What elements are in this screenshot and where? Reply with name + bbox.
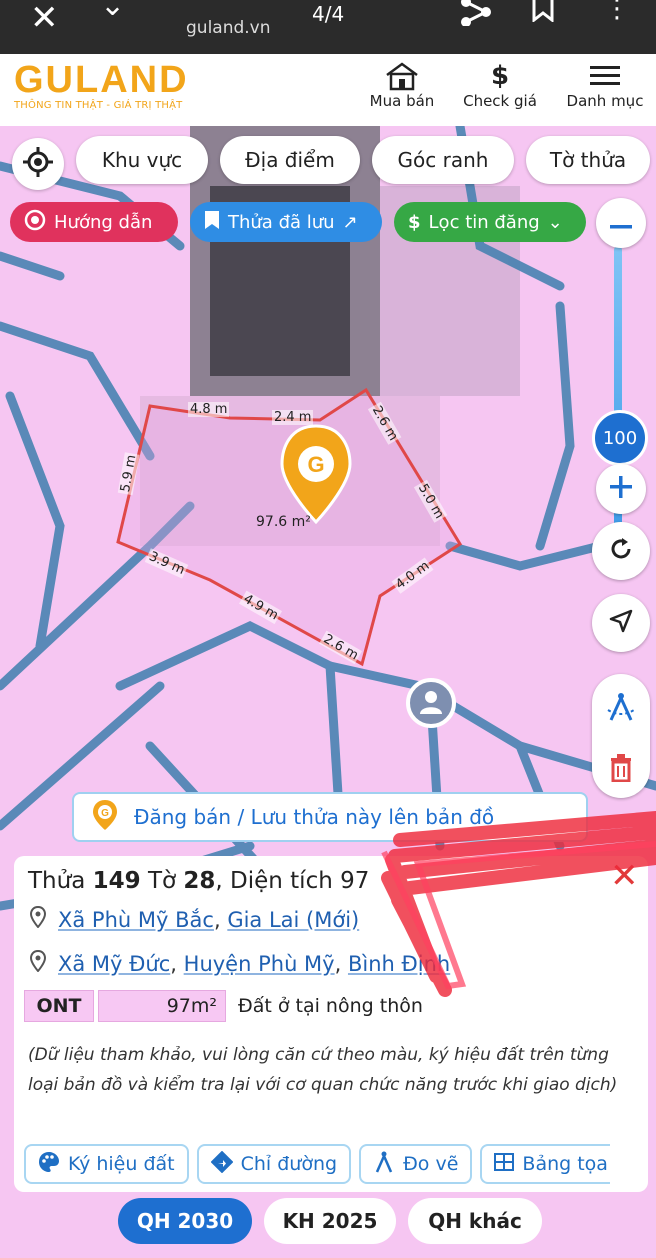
check-price-label: Check giá <box>463 92 537 110</box>
guland-pin-icon: G <box>92 799 118 836</box>
land-legend-label: Ký hiệu đất <box>68 1153 175 1175</box>
logo-text: GULAND <box>14 59 189 101</box>
post-parcel-label: Đăng bán / Lưu thửa này lên bản đồ <box>134 805 495 829</box>
commune-link[interactable]: Xã Phù Mỹ Bắc <box>58 908 214 932</box>
crosshair-icon <box>23 147 53 181</box>
navigate-button[interactable] <box>592 594 650 652</box>
filter-listings-chip[interactable]: $ Lọc tin đăng ⌄ <box>394 202 586 242</box>
measure-compass-icon <box>373 1151 395 1178</box>
saved-parcels-chip[interactable]: Thửa đã lưu ↗ <box>190 202 382 242</box>
user-icon <box>418 688 444 718</box>
category-menu-button[interactable]: Danh mục <box>560 60 650 110</box>
disclaimer-note: (Dữ liệu tham khảo, vui lòng căn cứ theo… <box>28 1045 618 1095</box>
logo-tagline: THÔNG TIN THẬT - GIÁ TRỊ THẬT <box>14 100 183 111</box>
filter-corner-button[interactable]: Góc ranh <box>372 136 514 184</box>
play-icon <box>24 209 46 236</box>
guland-logo[interactable]: GULAND THÔNG TIN THẬT - GIÁ TRỊ THẬT <box>14 59 189 111</box>
parcel-title: Thửa 149 Tờ 28, Diện tích 97 <box>28 868 370 894</box>
location-pin-icon <box>29 949 47 977</box>
old-address: Xã Mỹ Đức, Huyện Phù Mỹ, Bình Định <box>29 949 450 977</box>
url-text[interactable]: guland.vn <box>186 18 271 38</box>
chevron-down-icon[interactable]: ⌄ <box>100 0 125 23</box>
share-icon[interactable] <box>458 0 494 30</box>
filter-place-button[interactable]: Địa điểm <box>220 136 360 184</box>
filter-area-button[interactable]: Khu vực <box>76 136 208 184</box>
land-use-row: ONT 97m² Đất ở tại nông thôn <box>24 990 423 1022</box>
panel-actions: Ký hiệu đất Chỉ đường Đo vẽ Bảng tọa <box>24 1144 611 1184</box>
more-options-icon[interactable]: ⋮ <box>604 0 630 24</box>
edge-length-label: 4.8 m <box>188 402 230 417</box>
parcel-area-label: 97.6 m² <box>256 514 311 530</box>
external-link-icon: ↗ <box>342 211 358 233</box>
dollar-icon: $ <box>408 211 421 233</box>
category-label: Danh mục <box>566 92 644 110</box>
sheet-number: 28 <box>183 868 216 894</box>
coordinates-table-label: Bảng tọa <box>522 1153 608 1175</box>
directions-button[interactable]: Chỉ đường <box>196 1144 352 1184</box>
province-link[interactable]: Bình Định <box>348 952 450 976</box>
refresh-button[interactable] <box>592 522 650 580</box>
bookmark-icon[interactable] <box>530 0 556 26</box>
directions-icon <box>210 1150 233 1178</box>
buy-sell-label: Mua bán <box>369 92 435 110</box>
new-address: Xã Phù Mỹ Bắc, Gia Lai (Mới) <box>29 905 359 933</box>
refresh-icon <box>608 536 634 566</box>
tab-qh-other[interactable]: QH khác <box>408 1198 542 1244</box>
zoom-in-button[interactable] <box>596 464 646 514</box>
locate-me-button[interactable] <box>12 138 64 190</box>
svg-text:G: G <box>101 808 109 819</box>
edge-length-label: 2.4 m <box>272 410 314 425</box>
measure-label: Đo vẽ <box>403 1153 459 1175</box>
house-icon <box>364 60 440 92</box>
post-parcel-banner[interactable]: G Đăng bán / Lưu thửa này lên bản đồ <box>72 792 588 842</box>
user-location-avatar[interactable] <box>406 678 456 728</box>
navigation-arrow-icon <box>609 609 633 637</box>
zoom-level-handle[interactable]: 100 <box>592 410 648 466</box>
location-pin-icon <box>29 905 47 933</box>
district-link[interactable]: Huyện Phù Mỹ <box>184 952 335 976</box>
close-panel-button[interactable]: ✕ <box>610 856 639 896</box>
draw-tools <box>592 674 650 798</box>
land-code-badge: ONT <box>24 990 94 1022</box>
coordinates-table-button[interactable]: Bảng tọa <box>480 1144 611 1184</box>
filter-listings-label: Lọc tin đăng <box>428 211 540 233</box>
parcel-info-panel: Thửa 149 Tờ 28, Diện tích 97 ✕ Xã Phù Mỹ… <box>14 856 648 1192</box>
app-header: GULAND THÔNG TIN THẬT - GIÁ TRỊ THẬT Mua… <box>0 54 656 126</box>
browser-bar: ✕ ⌄ guland.vn 4/4 ⋮ <box>0 0 656 54</box>
land-area-badge: 97m² <box>98 990 226 1022</box>
trash-icon[interactable] <box>609 754 633 786</box>
saved-parcels-label: Thửa đã lưu <box>228 211 335 233</box>
guide-label: Hướng dẫn <box>54 211 153 233</box>
svg-text:G: G <box>307 452 324 477</box>
land-type-text: Đất ở tại nông thôn <box>238 995 423 1017</box>
directions-label: Chỉ đường <box>240 1153 338 1175</box>
tab-qh-2030[interactable]: QH 2030 <box>118 1198 252 1244</box>
measure-button[interactable]: Đo vẽ <box>359 1144 473 1184</box>
minus-icon <box>610 214 632 233</box>
measure-compass-icon[interactable] <box>606 692 636 726</box>
land-legend-button[interactable]: Ký hiệu đất <box>24 1144 189 1184</box>
hamburger-icon <box>560 60 650 92</box>
tab-pager: 4/4 <box>312 2 345 26</box>
guide-chip[interactable]: Hướng dẫn <box>10 202 178 242</box>
plus-icon <box>610 476 632 502</box>
province-link[interactable]: Gia Lai (Mới) <box>227 908 359 932</box>
tab-kh-2025[interactable]: KH 2025 <box>264 1198 396 1244</box>
bookmark-icon <box>204 210 220 235</box>
table-icon <box>494 1152 515 1176</box>
check-price-button[interactable]: $ Check giá <box>456 60 544 110</box>
zoom-out-button[interactable] <box>596 198 646 248</box>
palette-icon <box>38 1151 60 1178</box>
commune-link[interactable]: Xã Mỹ Đức <box>58 952 170 976</box>
close-tab-icon[interactable]: ✕ <box>30 0 59 38</box>
buy-sell-button[interactable]: Mua bán <box>364 60 440 110</box>
filter-sheet-button[interactable]: Tờ thửa <box>526 136 650 184</box>
dollar-icon: $ <box>490 61 510 91</box>
parcel-number: 149 <box>92 868 141 894</box>
chevron-down-icon: ⌄ <box>547 211 563 233</box>
